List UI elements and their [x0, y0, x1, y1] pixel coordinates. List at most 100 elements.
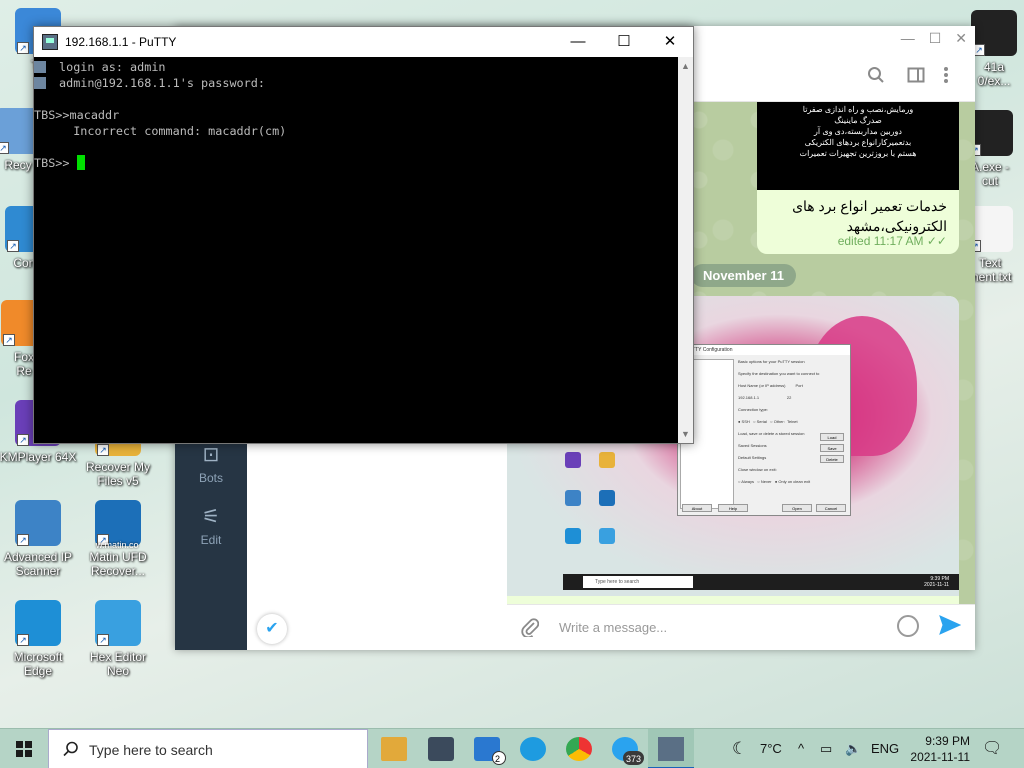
terminal-line: TBS>> [34, 155, 70, 171]
volume-icon[interactable]: 🔈 [845, 729, 861, 768]
search-icon[interactable] [867, 66, 885, 89]
terminal-line: Incorrect command: macaddr(cm) [59, 123, 286, 139]
chrome-icon[interactable] [566, 737, 592, 761]
clock-time: 9:39 PM [925, 734, 970, 748]
matin-subtext: w.matin.co [96, 540, 139, 550]
search-icon [63, 730, 79, 768]
shortcut-arrow-icon: ↗ [7, 240, 19, 252]
dialog-text: ● SSH ○ Serial ○ Other: Telnet [738, 419, 798, 424]
desktop-icon-label: KMPlayer 64X [0, 450, 77, 464]
scroll-down-icon[interactable]: ▼ [681, 429, 690, 439]
sidebar-item-label: Bots [198, 471, 223, 485]
putty-titlebar[interactable]: 192.168.1.1 - PuTTY — ☐ ✕ [34, 27, 693, 57]
sidebar-item-bots[interactable]: ⊡ Bots [175, 442, 247, 485]
putty-window: 192.168.1.1 - PuTTY — ☐ ✕ login as: admi… [33, 26, 694, 444]
app-icon: ↗ [15, 600, 61, 646]
mail-icon[interactable]: 2 [474, 737, 506, 765]
dialog-text: Basic options for your PuTTY session [738, 359, 805, 364]
telegram-window-controls: — ☐ ✕ [901, 30, 967, 47]
emoji-icon[interactable] [897, 615, 919, 637]
desktop-icon-label: Hex Editor Neo [89, 650, 147, 678]
dialog-text: Default Settings [738, 455, 767, 460]
shortcut-arrow-icon: ↗ [0, 142, 9, 154]
dialog-text: Saved Sessions [738, 443, 767, 448]
mini-taskbar: Type here to search 9:39 PM 2021-11-11 [563, 574, 959, 590]
minimize-button[interactable]: — [555, 27, 601, 57]
terminal-area[interactable]: login as: admin admin@192.168.1.1's passw… [34, 57, 679, 443]
mini-desktop-icon [599, 528, 615, 544]
network-icon[interactable]: ▭ [820, 729, 832, 768]
dialog-text: 192.168.1.1 22 [738, 395, 792, 400]
send-icon[interactable] [939, 615, 962, 641]
notification-icon[interactable]: 🗨 [982, 729, 1002, 768]
message-image: ورمایش،نصب و راه اندازی صفرتا صدرگ ماینی… [757, 102, 959, 190]
mini-desktop-icon [599, 490, 615, 506]
desktop-icon[interactable]: ↗ Advanced IP Scanner [0, 500, 80, 578]
dialog-button: Help [718, 504, 748, 512]
dialog-text: Connection type: [738, 407, 769, 412]
terminal-line: TBS>>macaddr [34, 107, 119, 123]
taskbar-search[interactable]: Type here to search [48, 729, 368, 768]
close-button[interactable]: ✕ [955, 30, 967, 47]
dialog-title: TTY Configuration [678, 345, 850, 355]
app-icon: ↗ [95, 600, 141, 646]
dialog-side-button: Save [820, 444, 844, 452]
columns-icon[interactable] [907, 66, 925, 89]
windows-icon [16, 741, 32, 757]
date-separator: November 11 [691, 264, 796, 287]
attach-icon[interactable] [521, 617, 540, 642]
chevron-up-icon[interactable]: ^ [798, 729, 804, 768]
message-text: خدمات تعمیر انواع برد های الکترونیکی،مشه… [792, 198, 947, 234]
desktop-icon-label: Advanced IP Scanner [3, 550, 73, 578]
desktop-icon[interactable]: ↗ w.matin.co Matin UFD Recover... [76, 500, 160, 578]
app-icon: ↗ [15, 500, 61, 546]
clock[interactable]: 9:39 PM 2021-11-11 [906, 733, 970, 765]
telegram-badge: 373 [622, 751, 644, 765]
mini-desktop-icon [565, 528, 581, 544]
start-button[interactable] [0, 729, 48, 768]
bot-icon: ⊡ [202, 444, 220, 466]
desktop-icon[interactable]: ↗ Hex Editor Neo [76, 600, 160, 678]
sidebar-item-edit[interactable]: ⚟ Edit [175, 504, 247, 547]
more-icon[interactable] [943, 66, 949, 89]
close-button[interactable]: ✕ [647, 27, 693, 57]
message-input[interactable]: Write a message... [559, 620, 667, 635]
message-input-bar: Write a message... [507, 604, 975, 650]
dialog-button: Open [782, 504, 812, 512]
edge-icon[interactable] [520, 737, 546, 761]
moon-weather-icon[interactable]: ☾ [732, 729, 747, 768]
shield-icon[interactable]: ✔ [257, 614, 287, 644]
message-bubble[interactable]: ورمایش،نصب و راه اندازی صفرتا صدرگ ماینی… [757, 102, 959, 254]
scrollbar[interactable]: ▲ ▼ [678, 57, 693, 443]
mini-desktop-icon [565, 452, 581, 468]
scroll-up-icon[interactable]: ▲ [681, 61, 690, 71]
shortcut-arrow-icon: ↗ [97, 634, 109, 646]
dialog-button: Cancel [816, 504, 846, 512]
putty-key-icon [34, 61, 46, 73]
window-title: 192.168.1.1 - PuTTY [65, 35, 177, 49]
clock-date: 2021-11-11 [910, 750, 970, 764]
shortcut-arrow-icon: ↗ [3, 334, 15, 346]
dialog-button: About [682, 504, 712, 512]
search-input[interactable]: Type here to search [89, 730, 213, 768]
dialog-text: Host Name (or IP address) Port [738, 383, 803, 388]
app-icon: ↗ [971, 10, 1017, 56]
desktop-icon[interactable]: ↗ Microsoft Edge [0, 600, 80, 678]
putty-icon [658, 737, 684, 761]
file-explorer-icon[interactable] [381, 737, 407, 761]
minimize-button[interactable]: — [901, 30, 915, 47]
maximize-button[interactable]: ☐ [601, 27, 647, 57]
telegram-icon[interactable]: 373 [612, 737, 644, 765]
putty-icon [42, 34, 58, 50]
store-icon[interactable] [428, 737, 454, 761]
maximize-button[interactable]: ☐ [929, 30, 942, 47]
dialog-text: Close window on exit: [738, 467, 777, 472]
putty-config-dialog: TTY Configuration Basic options for your… [677, 344, 851, 516]
weather-temp[interactable]: 7°C [760, 729, 782, 768]
language-indicator[interactable]: ENG [871, 729, 899, 768]
dialog-side-button: Load [820, 433, 844, 441]
putty-taskbar-button[interactable] [648, 729, 694, 768]
terminal-text: admin@192.168.1.1's password: [59, 76, 265, 90]
sidebar-item-label: Edit [200, 533, 222, 547]
sliders-icon: ⚟ [202, 506, 220, 528]
